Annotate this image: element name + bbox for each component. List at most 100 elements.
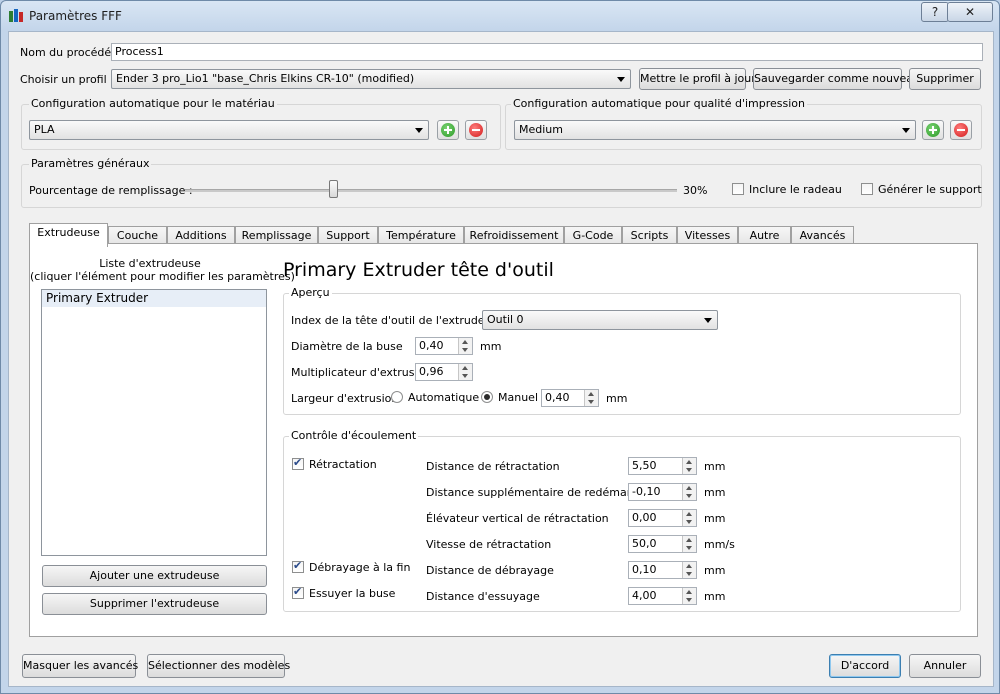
spin-down-icon: [686, 598, 692, 602]
spin-down-icon: [686, 494, 692, 498]
extra-restart-distance-input[interactable]: -0,10: [628, 483, 697, 501]
extrusion-width-unit: mm: [606, 392, 628, 405]
retraction-checkbox[interactable]: [292, 456, 304, 470]
nozzle-diameter-value: 0,40: [419, 339, 444, 352]
remove-quality-button[interactable]: [950, 120, 972, 140]
extrusion-multiplier-value: 0,96: [419, 365, 444, 378]
width-auto-radio[interactable]: [391, 391, 403, 403]
flow-control-group-label: Contrôle d'écoulement: [289, 429, 419, 442]
spin-up-icon: [588, 392, 594, 396]
support-label: Générer le support: [878, 183, 982, 196]
cancel-button[interactable]: Annuler: [909, 654, 981, 678]
chevron-down-icon: [415, 128, 423, 133]
extruder-list-hint: (cliquer l'élément pour modifier les par…: [30, 270, 295, 283]
coast-distance-unit: mm: [704, 564, 726, 577]
add-material-button[interactable]: [437, 120, 459, 140]
spin-up-icon: [462, 340, 468, 344]
spin-buttons[interactable]: [682, 458, 696, 474]
quality-select[interactable]: Medium: [514, 120, 916, 140]
spin-down-icon: [686, 468, 692, 472]
select-models-button[interactable]: Sélectionner des modèles: [147, 654, 290, 678]
update-profile-button[interactable]: Mettre le profil à jour: [639, 68, 756, 90]
width-manual-label: Manuel: [498, 391, 538, 404]
width-manual-radio[interactable]: [481, 391, 493, 403]
nozzle-diameter-input[interactable]: 0,40: [415, 337, 473, 355]
extruder-list: Primary Extruder: [41, 289, 267, 556]
vertical-lift-input[interactable]: 0,00: [628, 509, 697, 527]
coast-distance-label: Distance de débrayage: [426, 564, 554, 577]
spin-down-icon: [686, 520, 692, 524]
remove-material-button[interactable]: [465, 120, 487, 140]
infill-slider-thumb[interactable]: [328, 180, 338, 198]
spin-buttons[interactable]: [682, 562, 696, 578]
wipe-distance-value: 4,00: [632, 589, 657, 602]
material-select[interactable]: PLA: [29, 120, 429, 140]
support-checkbox[interactable]: [861, 183, 873, 195]
spin-buttons[interactable]: [682, 588, 696, 604]
coast-distance-input[interactable]: 0,10: [628, 561, 697, 579]
spin-buttons[interactable]: [458, 338, 472, 354]
retraction-speed-input[interactable]: 50,0: [628, 535, 697, 553]
raft-checkbox[interactable]: [732, 183, 744, 195]
extra-restart-distance-unit: mm: [704, 486, 726, 499]
vertical-lift-label: Élévateur vertical de rétractation: [426, 512, 609, 525]
add-extruder-button[interactable]: Ajouter une extrudeuse: [42, 565, 267, 587]
extrusion-multiplier-input[interactable]: 0,96: [415, 363, 473, 381]
retraction-speed-label: Vitesse de rétractation: [426, 538, 552, 551]
retraction-distance-input[interactable]: 5,50: [628, 457, 697, 475]
spin-up-icon: [686, 564, 692, 568]
spin-down-icon: [686, 546, 692, 550]
wipe-distance-input[interactable]: 4,00: [628, 587, 697, 605]
chevron-down-icon: [704, 318, 712, 323]
tool-index-select[interactable]: Outil 0: [482, 310, 718, 330]
tab-extrudeuse[interactable]: Extrudeuse: [29, 223, 108, 247]
extrusion-width-input[interactable]: 0,40: [541, 389, 599, 407]
retraction-distance-value: 5,50: [632, 459, 657, 472]
spin-up-icon: [686, 590, 692, 594]
extruder-list-title: Liste d'extrudeuse: [99, 257, 201, 270]
spin-buttons[interactable]: [458, 364, 472, 380]
retraction-speed-unit: mm/s: [704, 538, 735, 551]
spin-up-icon: [686, 538, 692, 542]
nozzle-unit: mm: [480, 340, 502, 353]
help-button[interactable]: ?: [921, 2, 949, 22]
vertical-lift-value: 0,00: [632, 511, 657, 524]
profile-select-value: Ender 3 pro_Lio1 "base_Chris Elkins CR-1…: [116, 72, 415, 85]
profile-select[interactable]: Ender 3 pro_Lio1 "base_Chris Elkins CR-1…: [111, 69, 631, 89]
extrusion-width-label: Largeur d'extrusion: [291, 392, 399, 405]
retraction-label: Rétractation: [309, 458, 377, 471]
infill-value: 30%: [683, 184, 708, 197]
overview-group-label: Aperçu: [289, 286, 332, 299]
retraction-distance-label: Distance de rétractation: [426, 460, 560, 473]
spin-buttons[interactable]: [682, 510, 696, 526]
delete-profile-button[interactable]: Supprimer: [909, 68, 981, 90]
minus-icon: [469, 123, 483, 137]
list-item[interactable]: Primary Extruder: [42, 290, 266, 307]
coast-checkbox[interactable]: [292, 559, 304, 573]
close-button[interactable]: ✕: [947, 2, 993, 22]
chevron-down-icon: [902, 128, 910, 133]
spin-buttons[interactable]: [584, 390, 598, 406]
tool-index-value: Outil 0: [487, 313, 524, 326]
ok-button[interactable]: D'accord: [829, 654, 901, 678]
spin-buttons[interactable]: [682, 484, 696, 500]
title-bar: Paramètres FFF ? ✕: [1, 1, 999, 31]
remove-extruder-button[interactable]: Supprimer l'extrudeuse: [42, 593, 267, 615]
add-quality-button[interactable]: [922, 120, 944, 140]
client-area: Nom du procédé : Process1 Choisir un pro…: [8, 31, 994, 687]
process-name-input[interactable]: Process1: [111, 43, 983, 61]
spin-down-icon: [686, 572, 692, 576]
wipe-distance-unit: mm: [704, 590, 726, 603]
infill-slider-track[interactable]: [185, 189, 677, 192]
width-auto-label: Automatique: [408, 391, 480, 404]
spin-down-icon: [462, 374, 468, 378]
infill-label: Pourcentage de remplissage :: [29, 184, 193, 197]
wipe-checkbox[interactable]: [292, 585, 304, 599]
hide-advanced-button[interactable]: Masquer les avancés: [22, 654, 138, 678]
flow-control-group: [283, 436, 961, 612]
spin-buttons[interactable]: [682, 536, 696, 552]
page-title: Primary Extruder tête d'outil: [283, 259, 554, 281]
retraction-distance-unit: mm: [704, 460, 726, 473]
chevron-down-icon: [617, 77, 625, 82]
save-as-new-button[interactable]: Sauvegarder comme nouveau: [753, 68, 920, 90]
